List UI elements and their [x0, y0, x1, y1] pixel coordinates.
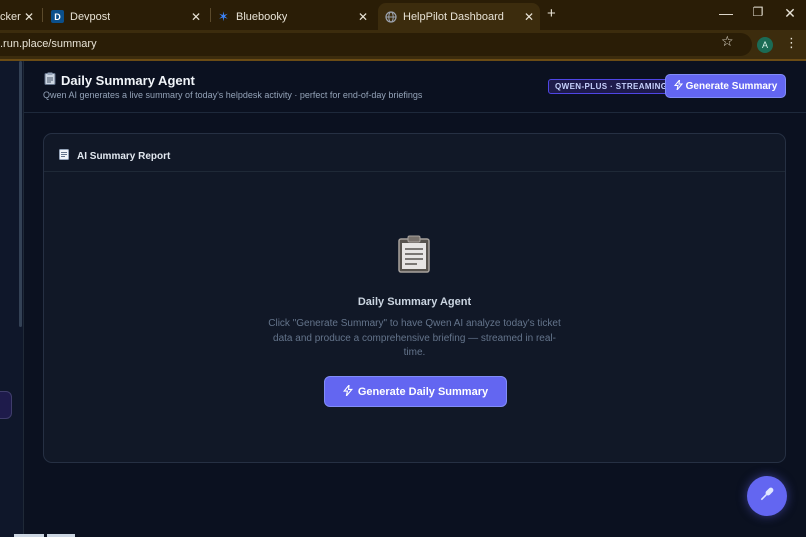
- tab-separator: [210, 8, 211, 22]
- clipboard-icon: [44, 72, 56, 88]
- memo-icon: [59, 149, 69, 163]
- tab-label: Bluebooky: [236, 10, 288, 23]
- generate-daily-summary-button[interactable]: Generate Daily Summary: [324, 376, 507, 407]
- card-header: AI Summary Report: [44, 134, 785, 172]
- sidebar-active-item[interactable]: [0, 391, 12, 419]
- browser-tab-strip: cker ✕ D Devpost ✕ ✶ Bluebooky ✕ HelpPil…: [0, 0, 806, 30]
- model-badge: QWEN-PLUS · STREAMING: [548, 79, 675, 94]
- tab-label: cker: [0, 10, 21, 23]
- voice-assistant-button[interactable]: [747, 476, 787, 516]
- sidebar-scrollbar[interactable]: [19, 61, 22, 327]
- url-text[interactable]: .run.place/summary: [0, 38, 97, 50]
- omnibox[interactable]: .run.place/summary: [0, 33, 752, 56]
- lightning-icon: [342, 382, 353, 399]
- close-icon[interactable]: ✕: [524, 10, 534, 24]
- address-bar-row: .run.place/summary ☆ A ⋮: [0, 30, 806, 59]
- bluebooky-favicon-icon: ✶: [218, 8, 229, 24]
- generate-daily-summary-label: Generate Daily Summary: [357, 385, 489, 398]
- globe-icon: [384, 10, 397, 23]
- microphone-icon: [758, 485, 776, 508]
- empty-state-description: Click "Generate Summary" to have Qwen AI…: [268, 318, 561, 358]
- close-window-icon[interactable]: ✕: [780, 5, 800, 22]
- page-title: Daily Summary Agent: [44, 72, 195, 88]
- close-icon[interactable]: ✕: [358, 10, 368, 24]
- profile-avatar[interactable]: A: [757, 37, 773, 53]
- tab-bluebooky[interactable]: ✶ Bluebooky ✕: [217, 3, 372, 30]
- close-icon[interactable]: ✕: [24, 10, 34, 24]
- minimize-icon[interactable]: —: [716, 5, 736, 21]
- devpost-favicon-icon: D: [51, 10, 64, 23]
- tab-helppilot-dashboard[interactable]: HelpPilot Dashboard ✕: [378, 3, 540, 30]
- card-title: AI Summary Report: [59, 149, 170, 163]
- tab-label: HelpPilot Dashboard: [403, 10, 504, 23]
- summary-report-card: AI Summary Report Daily Summary Agent Cl…: [43, 133, 786, 463]
- tab-partial[interactable]: cker ✕: [0, 3, 40, 30]
- card-title-text: AI Summary Report: [77, 150, 171, 162]
- restore-icon[interactable]: ❐: [748, 5, 768, 19]
- generate-summary-label: Generate Summary: [685, 80, 778, 92]
- page-header: Daily Summary Agent Qwen AI generates a …: [24, 61, 806, 113]
- bookmark-star-icon[interactable]: ☆: [721, 33, 734, 50]
- page-subtitle: Qwen AI generates a live summary of toda…: [43, 90, 423, 100]
- empty-state-title: Daily Summary Agent: [357, 296, 472, 308]
- new-tab-icon[interactable]: +: [547, 5, 556, 22]
- menu-kebab-icon[interactable]: ⋮: [785, 35, 798, 51]
- lightning-icon: [673, 77, 683, 93]
- clipboard-icon: [398, 235, 430, 273]
- page-title-text: Daily Summary Agent: [61, 72, 195, 88]
- generate-summary-button[interactable]: Generate Summary: [665, 74, 786, 98]
- close-icon[interactable]: ✕: [191, 10, 201, 24]
- tab-devpost[interactable]: D Devpost ✕: [51, 3, 206, 30]
- tab-separator: [42, 8, 43, 22]
- tab-label: Devpost: [70, 10, 111, 23]
